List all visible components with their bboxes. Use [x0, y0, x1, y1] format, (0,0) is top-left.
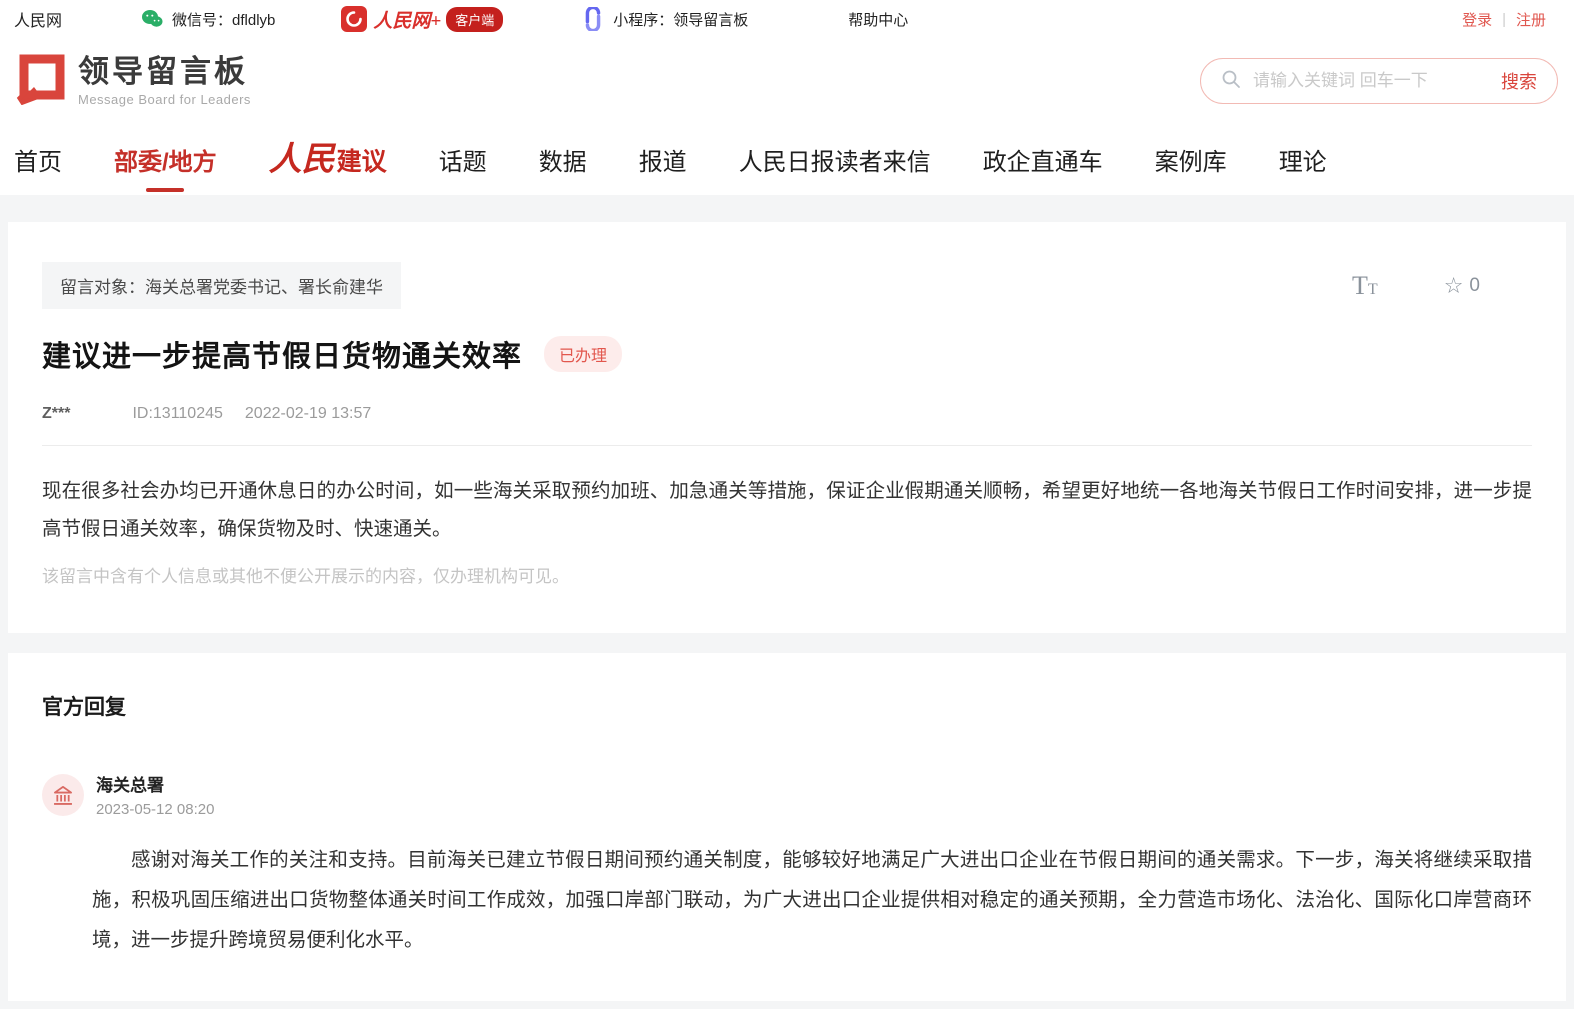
message-body: 现在很多社会办均已开通休息日的办公时间，如一些海关采取预约加班、加急通关等措施，… [42, 472, 1532, 548]
peoples-daily-plus-label: 人民网+ [373, 6, 441, 33]
font-size-icon-large-glyph: T [1352, 271, 1368, 300]
search-input[interactable] [1253, 71, 1501, 91]
reply-item: 海关总署 2023-05-12 08:20 感谢对海关工作的关注和支持。目前海关… [42, 771, 1532, 960]
nav-item-data[interactable]: 数据 [539, 142, 587, 177]
message-tools: TT ☆ 0 [1352, 271, 1532, 301]
logo-subtitle: Message Board for Leaders [78, 92, 251, 107]
star-icon: ☆ [1444, 273, 1464, 299]
message-target-box: 留言对象：海关总署党委书记、署长俞建华 [42, 262, 401, 309]
avatar [42, 774, 84, 816]
primary-nav: 首页 部委/地方 人民 建议 话题 数据 报道 人民日报读者来信 政企直通车 案… [0, 124, 1574, 195]
status-badge: 已办理 [544, 336, 622, 372]
message-board-logo-icon [14, 53, 66, 110]
official-reply-heading: 官方回复 [42, 691, 1532, 721]
nav-item-home[interactable]: 首页 [14, 142, 62, 177]
register-link[interactable]: 注册 [1516, 9, 1546, 30]
message-title-row: 建议进一步提高节假日货物通关效率 已办理 [42, 333, 1532, 375]
auth-links: 登录 | 注册 [1462, 9, 1546, 30]
search-box: 搜索 [1200, 58, 1558, 104]
nav-item-reader-letters[interactable]: 人民日报读者来信 [739, 142, 931, 177]
nav-item-ministries-local-label: 部委/地方 [114, 142, 217, 177]
search-button[interactable]: 搜索 [1501, 68, 1537, 94]
message-timestamp: 2022-02-19 13:57 [245, 405, 371, 423]
reply-agency-name: 海关总署 [96, 771, 214, 796]
peoples-suggestion-suffix-label: 建议 [337, 142, 387, 178]
reply-timestamp: 2023-05-12 08:20 [96, 801, 214, 818]
nav-item-reports[interactable]: 报道 [639, 142, 687, 177]
nav-item-topics[interactable]: 话题 [439, 142, 487, 177]
logo-text-block: 领导留言板 Message Board for Leaders [78, 55, 251, 106]
miniprogram-group[interactable]: 小程序：领导留言板 [581, 7, 748, 31]
miniprogram-label: 小程序：领导留言板 [613, 9, 748, 30]
wechat-group: 微信号：dfldlyb [140, 7, 275, 31]
reply-header: 海关总署 2023-05-12 08:20 [42, 771, 1532, 818]
message-author: Z*** [42, 405, 70, 423]
government-building-icon [50, 782, 76, 808]
login-link[interactable]: 登录 [1462, 9, 1492, 30]
favorite-control[interactable]: ☆ 0 [1444, 273, 1480, 299]
site-logo[interactable]: 领导留言板 Message Board for Leaders [14, 53, 251, 110]
logo-title: 领导留言板 [78, 55, 251, 89]
main-content: 留言对象：海关总署党委书记、署长俞建华 TT ☆ 0 建议进一步提高节假日货物通… [0, 195, 1574, 1009]
miniprogram-icon [581, 7, 605, 31]
peoples-daily-app-group[interactable]: 人民网+ 客户端 [341, 6, 503, 33]
peoples-suggestion-script-label: 人民 [269, 144, 335, 177]
message-toprow: 留言对象：海关总署党委书记、署长俞建华 TT ☆ 0 [42, 262, 1532, 309]
nav-item-ministries-local[interactable]: 部委/地方 [114, 142, 217, 177]
message-title: 建议进一步提高节假日货物通关效率 [42, 333, 522, 375]
meta-divider [42, 445, 1532, 446]
help-center-link[interactable]: 帮助中心 [848, 9, 908, 30]
top-utility-bar: 人民网 微信号：dfldlyb 人民网+ 客户端 小程序：领导留言板 帮助中心 … [0, 0, 1574, 38]
message-card: 留言对象：海关总署党委书记、署长俞建华 TT ☆ 0 建议进一步提高节假日货物通… [8, 222, 1566, 633]
font-size-icon-small-glyph: T [1368, 281, 1378, 298]
message-meta-row: Z*** ID:13110245 2022-02-19 13:57 [42, 405, 1532, 423]
favorite-count: 0 [1469, 275, 1480, 297]
font-size-icon[interactable]: TT [1352, 271, 1378, 301]
app-client-badge: 客户端 [446, 7, 503, 32]
official-reply-card: 官方回复 海关总署 2023-05-12 08:20 [8, 653, 1566, 1001]
privacy-note: 该留言中含有个人信息或其他不便公开展示的内容，仅办理机构可见。 [42, 562, 1532, 587]
reply-author-block: 海关总署 2023-05-12 08:20 [96, 771, 214, 818]
site-header: 领导留言板 Message Board for Leaders 搜索 [0, 38, 1574, 124]
nav-item-theory[interactable]: 理论 [1279, 142, 1327, 177]
nav-item-peoples-suggestions[interactable]: 人民 建议 [269, 142, 387, 178]
search-icon [1221, 69, 1241, 94]
peoples-daily-plus-icon [341, 6, 367, 32]
active-tab-underline [146, 188, 184, 192]
reply-content: 感谢对海关工作的关注和支持。目前海关已建立节假日期间预约通关制度，能够较好地满足… [92, 840, 1532, 960]
peoples-daily-link[interactable]: 人民网 [14, 7, 62, 31]
wechat-icon [140, 7, 164, 31]
auth-separator: | [1502, 11, 1506, 28]
nav-item-case-library[interactable]: 案例库 [1155, 142, 1227, 177]
wechat-label: 微信号：dfldlyb [172, 9, 275, 30]
nav-item-gov-business-express[interactable]: 政企直通车 [983, 142, 1103, 177]
message-id: ID:13110245 [132, 405, 222, 423]
